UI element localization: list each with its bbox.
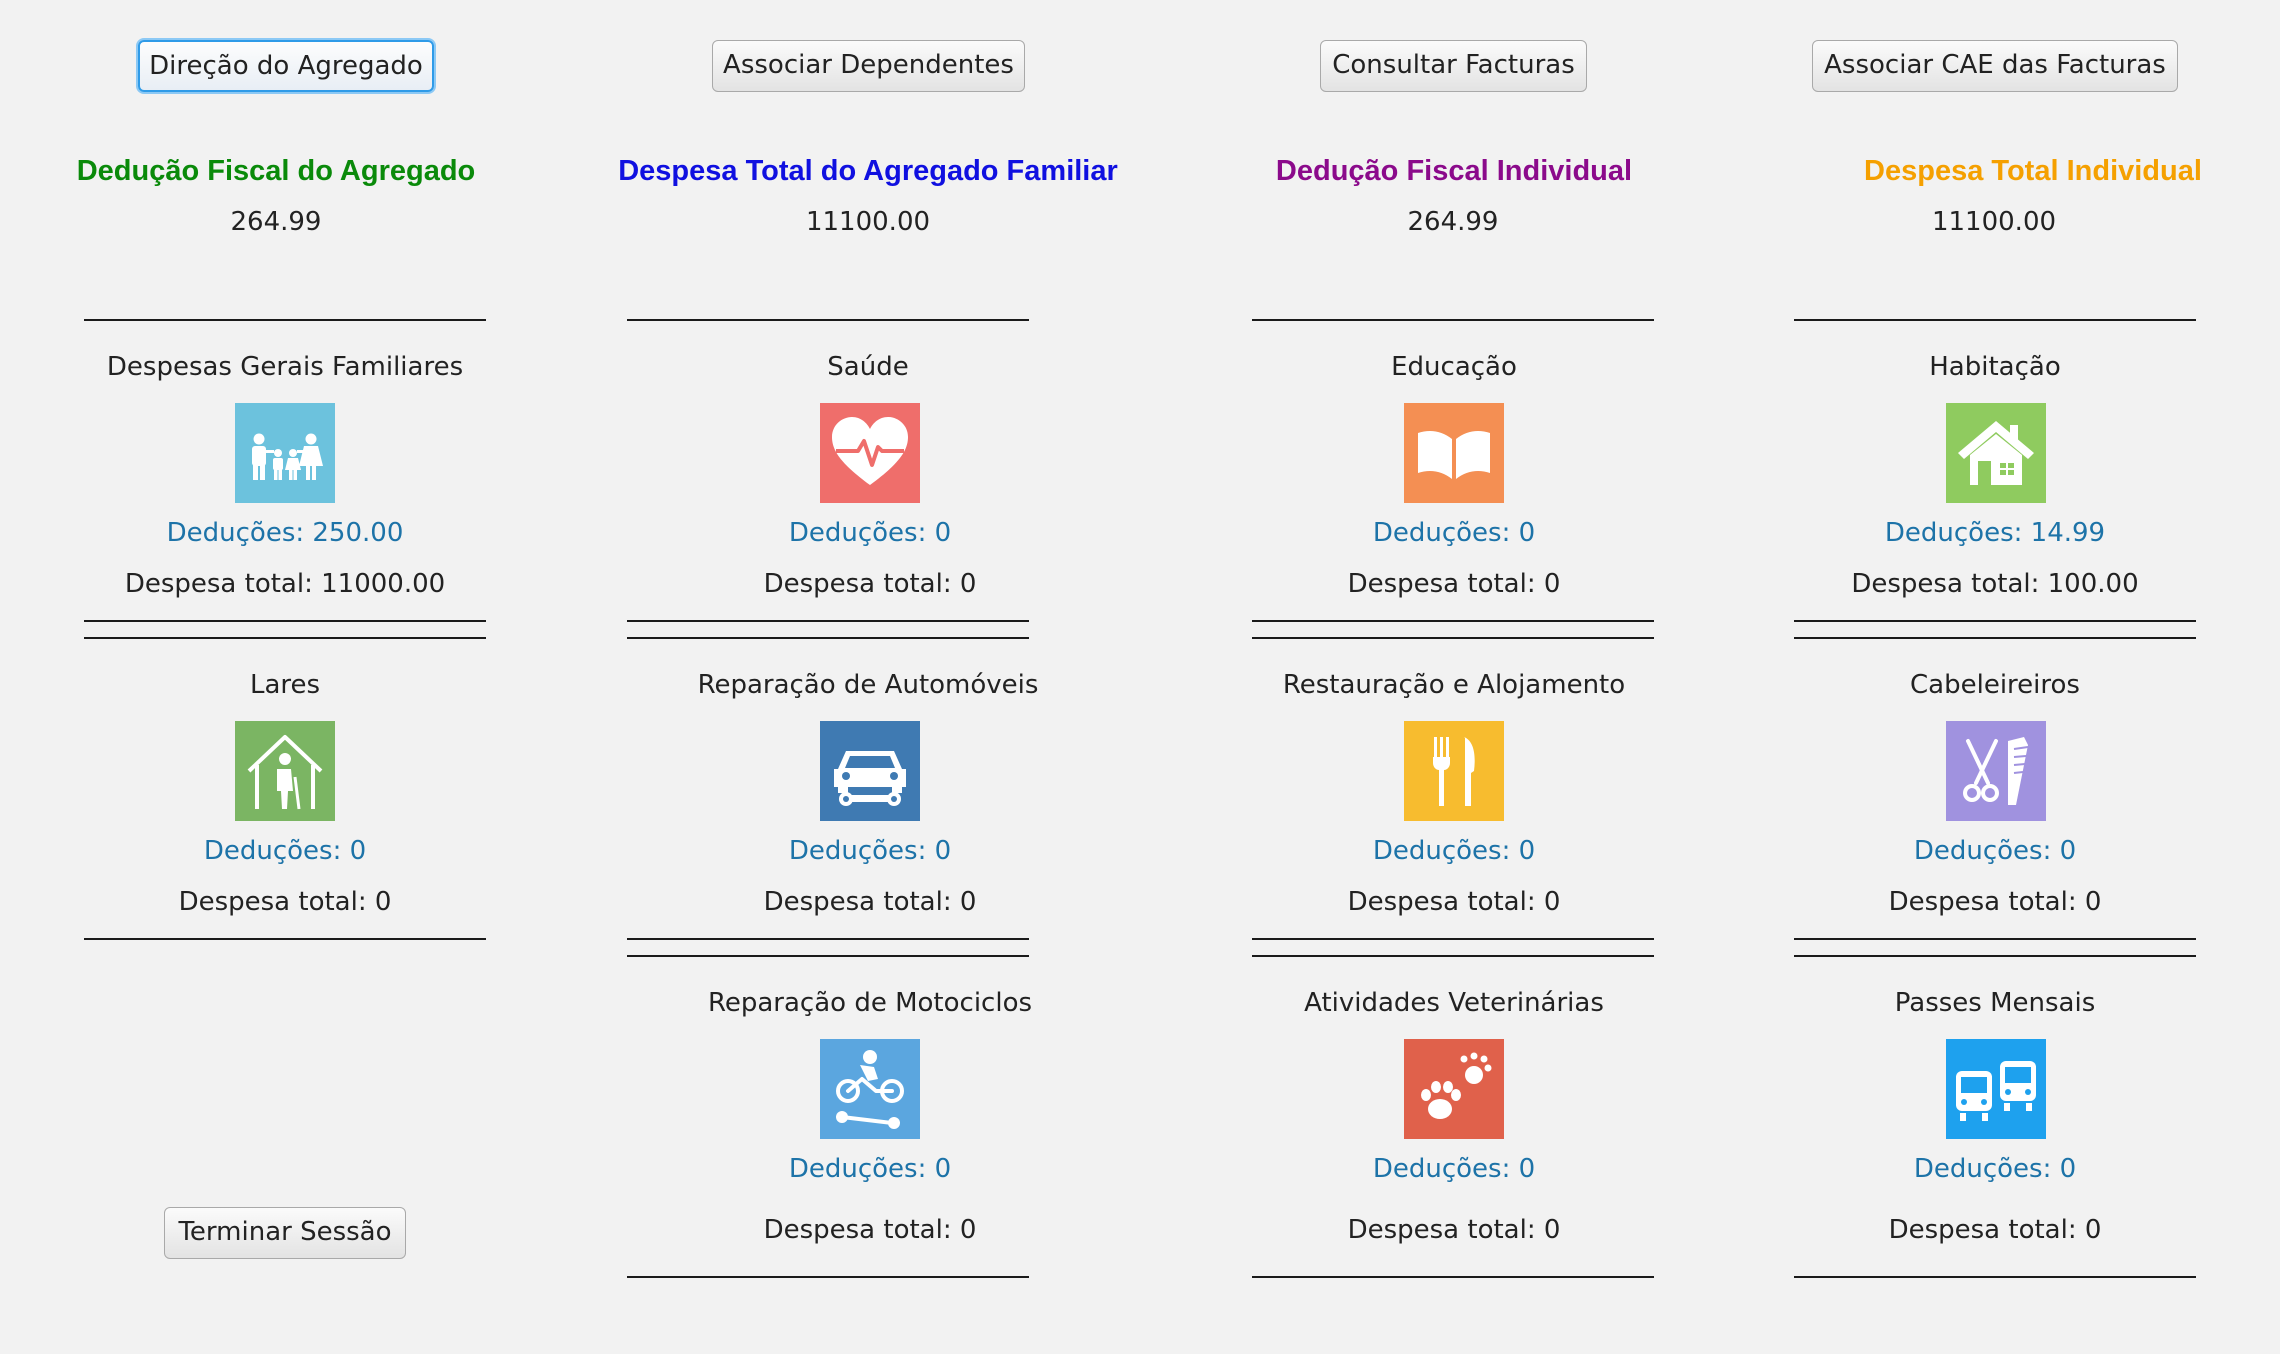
despesa-total-value: Despesa total: 0 xyxy=(763,1215,977,1245)
separator xyxy=(1794,955,2196,957)
category-title: Saúde xyxy=(827,352,909,382)
deducoes-value: Deduções: 0 xyxy=(788,518,952,548)
deducoes-value: Deduções: 0 xyxy=(1913,836,2077,866)
car-repair-icon[interactable] xyxy=(820,721,920,821)
separator xyxy=(1794,637,2196,639)
terminar-sessao-button[interactable]: Terminar Sessão xyxy=(164,1207,406,1259)
despesa-total-value: Despesa total: 0 xyxy=(1888,887,2102,917)
despesa-total-value: Despesa total: 0 xyxy=(763,569,977,599)
separator xyxy=(1794,938,2196,940)
associar-cae-button[interactable]: Associar CAE das Facturas xyxy=(1812,40,2178,92)
category-title: Passes Mensais xyxy=(1894,988,2096,1018)
deducoes-value: Deduções: 0 xyxy=(1372,518,1536,548)
separator xyxy=(84,620,486,622)
fork-knife-icon[interactable] xyxy=(1404,721,1504,821)
despesa-total-individual-title: Despesa Total Individual xyxy=(1864,155,2202,187)
deducoes-value: Deduções: 0 xyxy=(1913,1154,2077,1184)
despesa-total-value: Despesa total: 0 xyxy=(178,887,392,917)
category-title: Educação xyxy=(1391,352,1517,382)
deducoes-value: Deduções: 0 xyxy=(203,836,367,866)
deducoes-value: Deduções: 250.00 xyxy=(166,518,404,548)
separator xyxy=(84,938,486,940)
separator xyxy=(1252,620,1654,622)
despesa-total-agregado-title: Despesa Total do Agregado Familiar xyxy=(618,155,1118,187)
separator xyxy=(84,637,486,639)
despesa-total-individual-value: 11100.00 xyxy=(1931,207,2057,237)
heart-pulse-icon[interactable] xyxy=(820,403,920,503)
despesa-total-value: Despesa total: 0 xyxy=(1347,569,1561,599)
deducao-fiscal-agregado-title: Dedução Fiscal do Agregado xyxy=(76,155,476,187)
despesa-total-value: Despesa total: 0 xyxy=(1347,887,1561,917)
category-title: Lares xyxy=(249,670,321,700)
despesa-total-value: Despesa total: 0 xyxy=(1888,1215,2102,1245)
separator xyxy=(627,938,1029,940)
category-title: Habitação xyxy=(1929,352,2061,382)
category-title: Reparação de Automóveis xyxy=(697,670,1039,700)
deducao-fiscal-individual-title: Dedução Fiscal Individual xyxy=(1275,155,1633,187)
deducoes-value: Deduções: 0 xyxy=(788,836,952,866)
separator xyxy=(627,955,1029,957)
separator xyxy=(627,1276,1029,1278)
consultar-facturas-button[interactable]: Consultar Facturas xyxy=(1320,40,1587,92)
train-bus-icon[interactable] xyxy=(1946,1039,2046,1139)
associar-dependentes-button[interactable]: Associar Dependentes xyxy=(712,40,1025,92)
despesa-total-value: Despesa total: 0 xyxy=(763,887,977,917)
house-icon[interactable] xyxy=(1946,403,2046,503)
separator xyxy=(627,319,1029,321)
separator xyxy=(1252,319,1654,321)
separator xyxy=(1252,955,1654,957)
separator xyxy=(84,319,486,321)
deducao-fiscal-agregado-value: 264.99 xyxy=(230,207,322,237)
deducoes-value: Deduções: 0 xyxy=(788,1154,952,1184)
separator xyxy=(627,637,1029,639)
deducoes-value: Deduções: 0 xyxy=(1372,836,1536,866)
separator xyxy=(1252,1276,1654,1278)
deducoes-value: Deduções: 14.99 xyxy=(1884,518,2106,548)
despesa-total-value: Despesa total: 11000.00 xyxy=(124,569,446,599)
family-icon[interactable] xyxy=(235,403,335,503)
category-title: Atividades Veterinárias xyxy=(1304,988,1604,1018)
direcao-agregado-button[interactable]: Direção do Agregado xyxy=(138,40,434,92)
book-icon[interactable] xyxy=(1404,403,1504,503)
despesa-total-agregado-value: 11100.00 xyxy=(805,207,931,237)
despesa-total-value: Despesa total: 0 xyxy=(1347,1215,1561,1245)
despesa-total-value: Despesa total: 100.00 xyxy=(1851,569,2139,599)
deducoes-value: Deduções: 0 xyxy=(1372,1154,1536,1184)
category-title: Despesas Gerais Familiares xyxy=(106,352,464,382)
category-title: Cabeleireiros xyxy=(1910,670,2080,700)
separator xyxy=(1794,319,2196,321)
separator xyxy=(627,620,1029,622)
scissors-comb-icon[interactable] xyxy=(1946,721,2046,821)
category-title: Restauração e Alojamento xyxy=(1282,670,1626,700)
separator xyxy=(1252,637,1654,639)
separator xyxy=(1794,1276,2196,1278)
separator xyxy=(1794,620,2196,622)
paw-icon[interactable] xyxy=(1404,1039,1504,1139)
motorcycle-repair-icon[interactable] xyxy=(820,1039,920,1139)
elderly-home-icon[interactable] xyxy=(235,721,335,821)
category-title: Reparação de Motociclos xyxy=(707,988,1033,1018)
separator xyxy=(1252,938,1654,940)
